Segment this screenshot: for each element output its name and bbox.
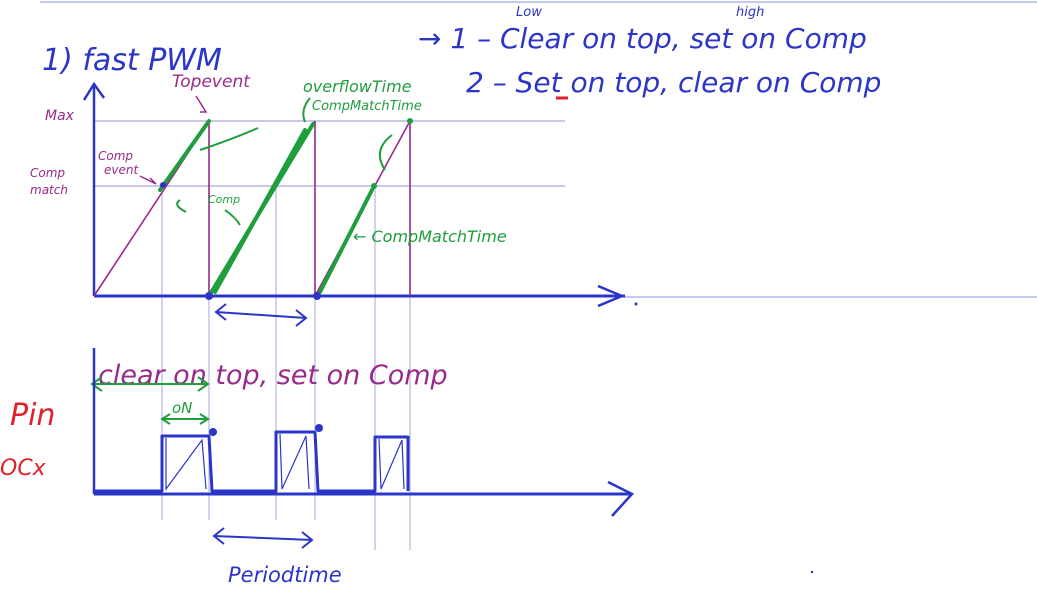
top-dot [407,118,413,124]
mode-1-text: → 1 – Clear on top, set on Comp [418,22,867,55]
comp-match-time-top-label: CompMatchTime [312,99,422,114]
comp-event-dot [160,182,166,188]
period-arrow-bottom [212,527,314,549]
comp-match-label-line2: match [30,183,68,197]
on-label: oN [172,399,192,417]
reset-dot-2 [313,292,321,300]
reset-dot-1 [205,292,213,300]
mode-1-high-note: high [736,5,764,20]
mode-1-low-note: Low [516,5,542,20]
overflow-time-arrow [302,97,311,123]
whiteboard-canvas: 1) fast PWM → 1 – Clear on top, set on C… [0,1,1037,587]
pwm-square-wave [94,430,410,493]
comp-small-arrow [224,209,241,226]
comp-event-green-mark [176,199,187,213]
comp-small-label: Comp [208,193,240,206]
comp-event-arrow [139,175,157,185]
ocx-label: OCx [0,456,47,481]
max-label: Max [45,108,75,124]
wave-scribble-3 [378,438,405,490]
comp-match-dot [371,183,377,189]
pin-x-axis-arrow [607,480,635,517]
comp-match-label-line1: Comp [30,166,65,180]
overflow-time-label: overflowTime [303,77,412,96]
top-event-label: Topevent [172,72,251,92]
wave-scribble-2 [279,433,310,490]
comp-event-label-line2: event [104,163,139,177]
top-event-arrow [195,95,208,113]
ink-dot [634,302,638,306]
mode-2-text: 2 – Set on top, clear on Comp [466,66,881,99]
comp-match-time-right-label: ← CompMatchTime [353,227,507,246]
comp-event-label-line1: Comp [98,149,133,163]
ramp-highlights [158,119,374,298]
wave-dot-1 [209,428,217,436]
period-time-label: Periodtime [228,563,342,587]
ink-dot-2 [810,570,814,574]
pin-label: Pin [10,398,55,433]
wave-scribble-1 [165,438,207,491]
period-arrow-top [214,303,308,327]
wave-dot-2 [315,424,323,432]
waveform-mode-label: clear on top, set on Comp [98,360,448,391]
